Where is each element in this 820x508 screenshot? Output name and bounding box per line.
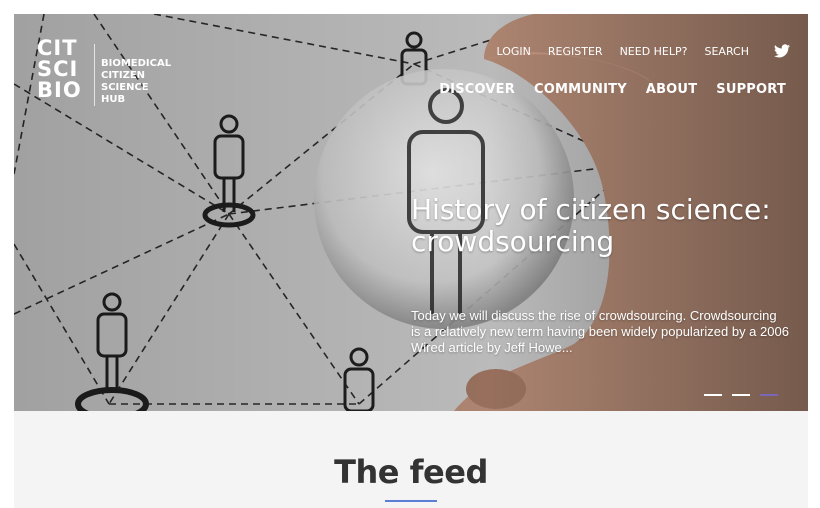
twitter-icon[interactable] [774,44,790,58]
feed-title-underline [385,500,437,502]
slider-dot[interactable] [732,394,750,396]
logo-mark-line: BIO [37,78,82,102]
utility-nav: LOGIN REGISTER NEED HELP? SEARCH [480,44,790,58]
logo-text-line: SCIENCE [101,82,149,93]
logo-text-line: BIOMEDICAL [101,58,172,69]
slider-dots [704,394,788,396]
hero-banner[interactable]: CIT SCI BIO BIOMEDICAL CITIZEN SCIENCE H… [14,14,808,411]
register-link[interactable]: REGISTER [548,45,603,58]
nav-discover[interactable]: DISCOVER [439,82,515,97]
feed-title: The feed [334,453,488,491]
logo-text-line: HUB [101,94,126,105]
logo-mark: CIT SCI BIO [37,38,93,101]
login-link[interactable]: LOGIN [497,45,531,58]
logo-mark-line: CIT [37,36,78,60]
logo-text: BIOMEDICAL CITIZEN SCIENCE HUB [101,58,211,106]
hero-excerpt: Today we will discuss the rise of crowds… [411,308,789,355]
nav-community[interactable]: COMMUNITY [534,82,627,97]
nav-support[interactable]: SUPPORT [716,82,786,97]
slider-dot[interactable] [704,394,722,396]
logo-divider [94,44,95,106]
slider-dot-active[interactable] [760,394,778,396]
search-link[interactable]: SEARCH [704,45,749,58]
logo-text-line: CITIZEN [101,70,146,81]
hero-headline[interactable]: History of citizen science: crowdsourcin… [411,194,771,258]
need-help-link[interactable]: NEED HELP? [620,45,688,58]
main-nav: DISCOVER COMMUNITY ABOUT SUPPORT [420,82,786,97]
logo-mark-line: SCI [37,57,79,81]
feed-section: The feed [14,411,808,508]
nav-about[interactable]: ABOUT [646,82,697,97]
